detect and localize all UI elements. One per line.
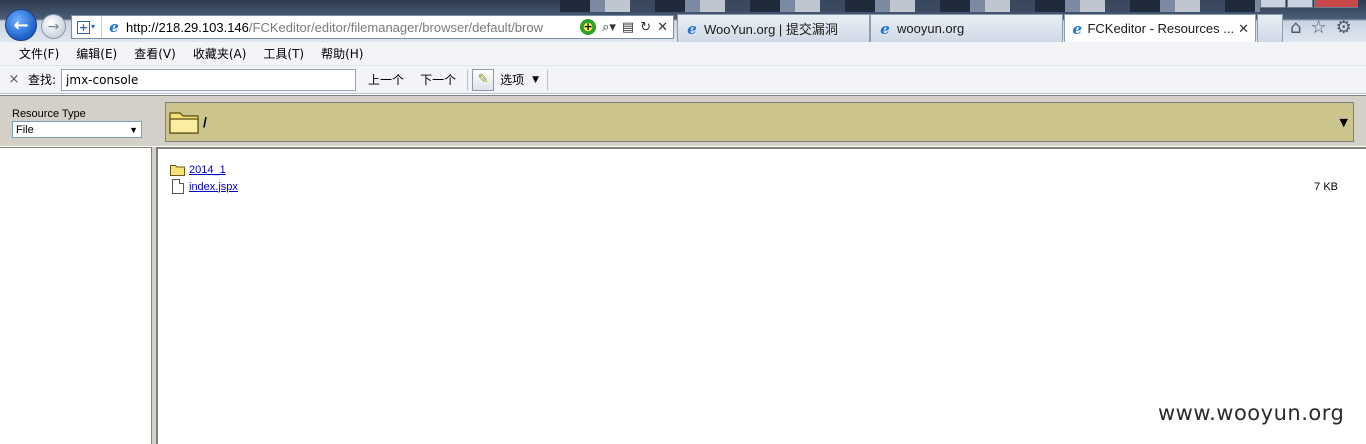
folder-tree-pane xyxy=(0,147,152,444)
dropdown-arrow-icon: ▾ xyxy=(90,21,95,31)
tab-close-icon[interactable]: ✕ xyxy=(1238,21,1249,37)
file-list-pane: 2014_1 index.jspx 7 KB xyxy=(156,147,1366,444)
file-icon xyxy=(172,179,184,194)
list-item[interactable]: 2014_1 xyxy=(170,161,1338,178)
dropdown-arrow-icon[interactable]: ▼ xyxy=(532,75,539,85)
plus-icon: + xyxy=(77,20,90,34)
maximize-button[interactable] xyxy=(1287,0,1313,8)
address-bar[interactable]: + ▾ e http://218.29.103.146/FCKeditor/edi… xyxy=(71,15,674,39)
menu-tools[interactable]: 工具(T) xyxy=(263,45,304,62)
gear-icon[interactable]: ⚙ xyxy=(1336,17,1352,38)
find-previous-button[interactable]: 上一个 xyxy=(365,69,407,90)
forward-button[interactable]: → xyxy=(41,14,66,39)
folder-open-icon xyxy=(169,112,199,134)
find-options-button[interactable]: 选项 xyxy=(500,71,524,88)
menu-favorites[interactable]: 收藏夹(A) xyxy=(193,45,247,62)
find-input[interactable] xyxy=(61,68,357,91)
new-tab-button[interactable] xyxy=(1257,14,1283,42)
stop-icon[interactable]: ✕ xyxy=(657,20,668,35)
compat-view-button[interactable]: + ▾ xyxy=(72,16,102,38)
menu-help[interactable]: 帮助(H) xyxy=(321,45,363,62)
ie-icon: e xyxy=(1072,19,1082,38)
home-icon[interactable]: ⌂ xyxy=(1290,17,1301,38)
resource-type-select[interactable]: File ▼ xyxy=(12,121,142,138)
url-text[interactable]: http://218.29.103.146/FCKeditor/editor/f… xyxy=(122,20,580,35)
ie-icon: e xyxy=(687,19,697,38)
resource-type-label: Resource Type xyxy=(12,108,86,120)
find-bar: × 查找: 上一个 下一个 ✎ 选项 ▼ xyxy=(0,66,1366,94)
folder-dropdown-icon[interactable]: ▼ xyxy=(1340,116,1348,129)
ie-icon: e xyxy=(109,18,119,36)
current-folder-bar[interactable]: / ▼ xyxy=(165,102,1354,142)
find-label: 查找: xyxy=(28,73,57,87)
back-button[interactable]: ← xyxy=(5,9,37,41)
folder-link[interactable]: 2014_1 xyxy=(189,164,226,176)
highlight-icon[interactable]: ✎ xyxy=(472,68,495,91)
folder-icon xyxy=(170,164,185,176)
fck-toolbar-frame: Resource Type File ▼ / ▼ xyxy=(0,95,1366,146)
menu-file[interactable]: 文件(F) xyxy=(19,45,59,62)
tab-fckeditor[interactable]: e FCKeditor - Resources ... ✕ xyxy=(1064,14,1256,42)
window-title-strip xyxy=(560,0,1260,12)
forward-arrow-icon: → xyxy=(47,18,60,35)
dropdown-arrow-icon: ▼ xyxy=(129,124,138,135)
close-window-button[interactable] xyxy=(1314,0,1358,8)
back-arrow-icon: ← xyxy=(13,14,29,36)
tab-wooyun-submit[interactable]: e WooYun.org | 提交漏洞 xyxy=(677,14,870,42)
menu-bar: 文件(F) 编辑(E) 查看(V) 收藏夹(A) 工具(T) 帮助(H) xyxy=(0,42,1366,66)
search-icon[interactable]: ⌕▾ xyxy=(602,20,616,35)
minimize-button[interactable] xyxy=(1260,0,1286,8)
item-size: 7 KB xyxy=(1314,180,1338,193)
ie-icon: e xyxy=(880,19,890,38)
watermark-text: www.wooyun.org xyxy=(1158,401,1345,425)
tab-wooyun[interactable]: e wooyun.org xyxy=(870,14,1063,42)
find-next-button[interactable]: 下一个 xyxy=(417,69,459,90)
list-item[interactable]: index.jspx 7 KB xyxy=(170,178,1338,195)
refresh-icon[interactable]: ↻ xyxy=(640,20,651,35)
file-link[interactable]: index.jspx xyxy=(189,181,238,193)
favorites-star-icon[interactable]: ☆ xyxy=(1310,17,1326,38)
resource-type-value: File xyxy=(16,123,34,136)
compat-icon[interactable]: ▤ xyxy=(622,20,634,35)
menu-edit[interactable]: 编辑(E) xyxy=(76,45,117,62)
current-folder-path: / xyxy=(203,114,207,130)
browser-chrome: ← → + ▾ e http://218.29.103.146/FCKeditor… xyxy=(0,0,1366,42)
find-close-icon[interactable]: × xyxy=(0,72,28,87)
addon-icon[interactable]: + xyxy=(580,19,597,35)
find-separator xyxy=(467,69,469,90)
find-separator xyxy=(547,69,549,90)
menu-view[interactable]: 查看(V) xyxy=(134,45,176,62)
